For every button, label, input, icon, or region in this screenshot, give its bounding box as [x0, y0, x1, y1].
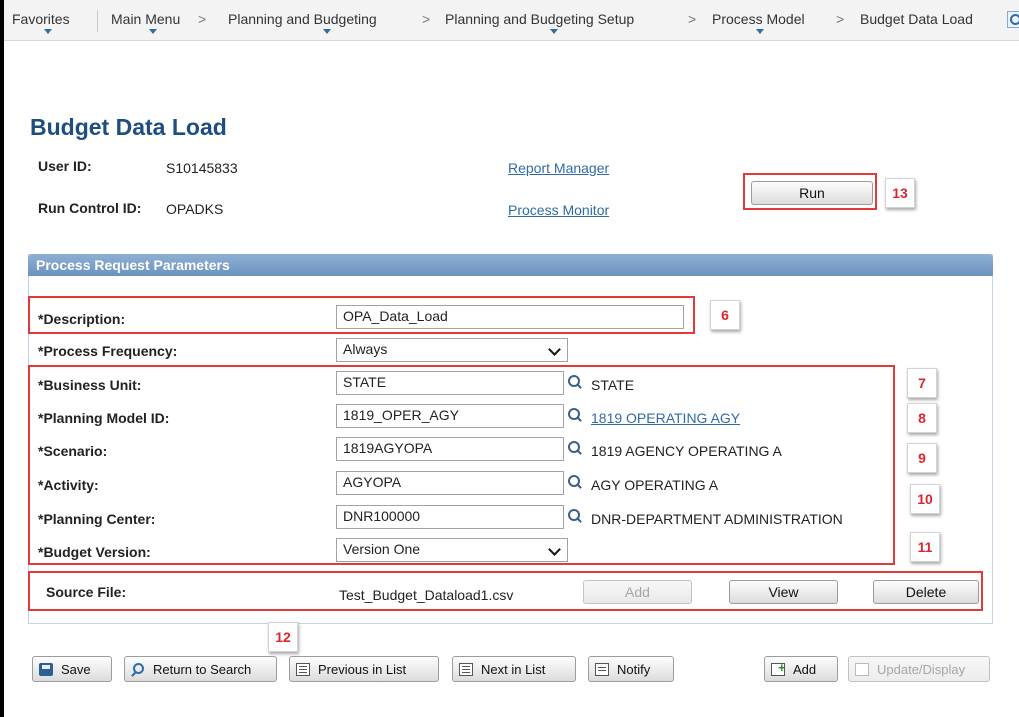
process-frequency-select[interactable]: Always: [336, 338, 568, 362]
return-to-search-label: Return to Search: [153, 661, 252, 677]
highlight-box-source-file: [28, 571, 983, 611]
previous-in-list-label: Previous in List: [318, 661, 407, 677]
panel-title: Process Request Parameters: [36, 257, 230, 273]
main-menu-dropdown-icon[interactable]: [149, 29, 157, 34]
user-id-value: S10145833: [166, 160, 238, 176]
planning-budgeting-setup-dropdown-icon[interactable]: [550, 29, 558, 34]
update-display-label: Update/Display: [877, 661, 966, 677]
breadcrumb-divider: [97, 10, 98, 32]
save-label: Save: [61, 661, 91, 677]
page-title: Budget Data Load: [30, 114, 227, 140]
breadcrumb-bar: Favorites Main Menu > Planning and Budge…: [4, 0, 1019, 41]
callout-badge: 12: [268, 622, 298, 652]
callout-badge: 10: [910, 484, 940, 514]
breadcrumb-separator: >: [688, 11, 697, 27]
callout-badge: 7: [907, 368, 937, 398]
callout-badge: 9: [907, 443, 937, 473]
report-manager-link[interactable]: Report Manager: [508, 160, 609, 176]
highlight-box-description: [28, 296, 695, 334]
breadcrumb-process-model[interactable]: Process Model: [712, 11, 805, 27]
breadcrumb-favorites[interactable]: Favorites: [12, 11, 70, 27]
breadcrumb-separator: >: [198, 11, 207, 27]
breadcrumb-separator: >: [422, 11, 431, 27]
previous-in-list-button[interactable]: Previous in List: [289, 656, 439, 682]
highlight-box-parameters: [28, 365, 895, 565]
process-model-dropdown-icon[interactable]: [756, 29, 764, 34]
next-in-list-button[interactable]: Next in List: [452, 656, 576, 682]
save-icon: [39, 662, 53, 676]
window-left-edge: [0, 0, 4, 717]
process-monitor-link[interactable]: Process Monitor: [508, 202, 609, 218]
search-icon: [131, 662, 145, 676]
update-display-button[interactable]: Update/Display: [848, 656, 990, 682]
process-frequency-value: Always: [343, 341, 388, 357]
add-label: Add: [793, 661, 817, 677]
previous-list-icon: [296, 662, 310, 676]
next-list-icon: [459, 662, 473, 676]
callout-badge: 11: [910, 532, 940, 562]
breadcrumb-planning-and-budgeting[interactable]: Planning and Budgeting: [228, 11, 377, 27]
run-control-value: OPADKS: [166, 201, 224, 217]
search-icon[interactable]: [1007, 11, 1019, 28]
add-icon: [771, 660, 786, 676]
chevron-down-icon: [548, 343, 561, 356]
update-display-icon: [855, 662, 869, 676]
favorites-dropdown-icon[interactable]: [44, 29, 52, 34]
breadcrumb-separator: >: [836, 11, 845, 27]
breadcrumb-budget-data-load[interactable]: Budget Data Load: [860, 11, 973, 27]
highlight-box-run: [743, 173, 877, 210]
planning-budgeting-dropdown-icon[interactable]: [323, 29, 331, 34]
callout-badge: 13: [885, 178, 915, 208]
next-in-list-label: Next in List: [481, 661, 546, 677]
user-id-label: User ID:: [38, 158, 92, 174]
add-button[interactable]: Add: [764, 656, 838, 682]
save-button[interactable]: Save: [32, 656, 112, 682]
breadcrumb-planning-and-budgeting-setup[interactable]: Planning and Budgeting Setup: [445, 11, 634, 27]
notify-icon: [595, 662, 609, 676]
process-frequency-label: *Process Frequency:: [38, 343, 178, 359]
callout-badge: 6: [710, 300, 740, 330]
breadcrumb-main-menu[interactable]: Main Menu: [111, 11, 180, 27]
panel-header: Process Request Parameters: [28, 254, 993, 276]
callout-badge: 8: [907, 403, 937, 433]
notify-button[interactable]: Notify: [588, 656, 674, 682]
return-to-search-button[interactable]: Return to Search: [124, 656, 277, 682]
notify-label: Notify: [617, 661, 651, 677]
run-control-label: Run Control ID:: [38, 200, 142, 216]
